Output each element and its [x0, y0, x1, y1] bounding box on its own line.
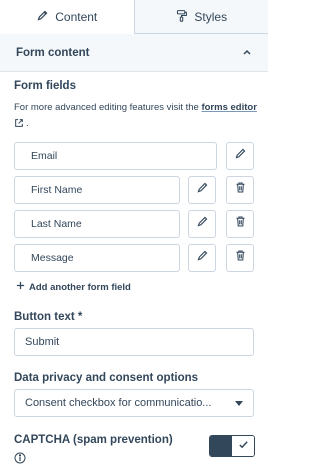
delete-field-button[interactable] [226, 210, 254, 238]
help-text: For more advanced editing features visit… [14, 102, 199, 113]
form-field-email[interactable]: Email [14, 142, 217, 170]
tab-styles-label: Styles [194, 9, 228, 24]
pencil-icon [36, 9, 49, 25]
edit-field-button[interactable] [226, 142, 254, 170]
privacy-label: Data privacy and consent options [14, 372, 199, 384]
delete-field-button[interactable] [226, 176, 254, 204]
privacy-selected-value: Consent checkbox for communicatio... [25, 397, 212, 409]
tab-styles[interactable]: Styles [134, 0, 268, 34]
form-fields-heading: Form fields [14, 80, 76, 92]
pencil-icon [196, 215, 209, 233]
captcha-label: CAPTCHA (spam prevention) [14, 434, 173, 446]
form-field-first-name[interactable]: First Name [14, 176, 180, 204]
pencil-icon [196, 181, 209, 199]
edit-field-button[interactable] [188, 210, 216, 238]
add-form-field-label: Add another form field [29, 281, 131, 293]
button-text-value: Submit [25, 336, 60, 348]
form-content-header[interactable]: Form content [0, 34, 268, 72]
tab-content[interactable]: Content [0, 0, 135, 34]
add-form-field-button[interactable]: Add another form field [16, 281, 131, 293]
external-link-icon[interactable] [14, 118, 24, 128]
forms-editor-help: For more advanced editing features visit… [14, 100, 259, 132]
field-label: Last Name [31, 218, 82, 230]
edit-field-button[interactable] [188, 176, 216, 204]
forms-editor-link[interactable]: forms editor [201, 102, 256, 113]
toggle-knob [210, 436, 232, 456]
chevron-up-icon[interactable] [242, 44, 252, 62]
form-field-message[interactable]: Message [14, 244, 180, 272]
caret-down-icon [235, 400, 243, 406]
button-text-input[interactable]: Submit [14, 328, 254, 356]
button-text-label: Button text * [14, 311, 83, 323]
section-title: Form content [16, 46, 90, 59]
tab-content-label: Content [55, 10, 98, 24]
field-label: First Name [31, 184, 83, 196]
trash-icon [234, 215, 247, 233]
pencil-icon [196, 249, 209, 267]
info-icon[interactable] [14, 451, 26, 464]
edit-field-button[interactable] [188, 244, 216, 272]
form-field-last-name[interactable]: Last Name [14, 210, 180, 238]
paint-roller-icon [175, 9, 188, 25]
editor-tabs: Content Styles [0, 0, 268, 34]
trash-icon [234, 249, 247, 267]
trash-icon [234, 181, 247, 199]
plus-icon [16, 281, 25, 293]
help-suffix: . [26, 118, 29, 129]
field-label: Message [31, 252, 74, 264]
privacy-select[interactable]: Consent checkbox for communicatio... [14, 389, 254, 417]
field-label: Email [31, 150, 58, 162]
pencil-icon [234, 147, 247, 165]
delete-field-button[interactable] [226, 244, 254, 272]
captcha-toggle[interactable] [209, 435, 255, 457]
toggle-on-state [232, 436, 254, 456]
checkmark-icon [238, 437, 249, 455]
